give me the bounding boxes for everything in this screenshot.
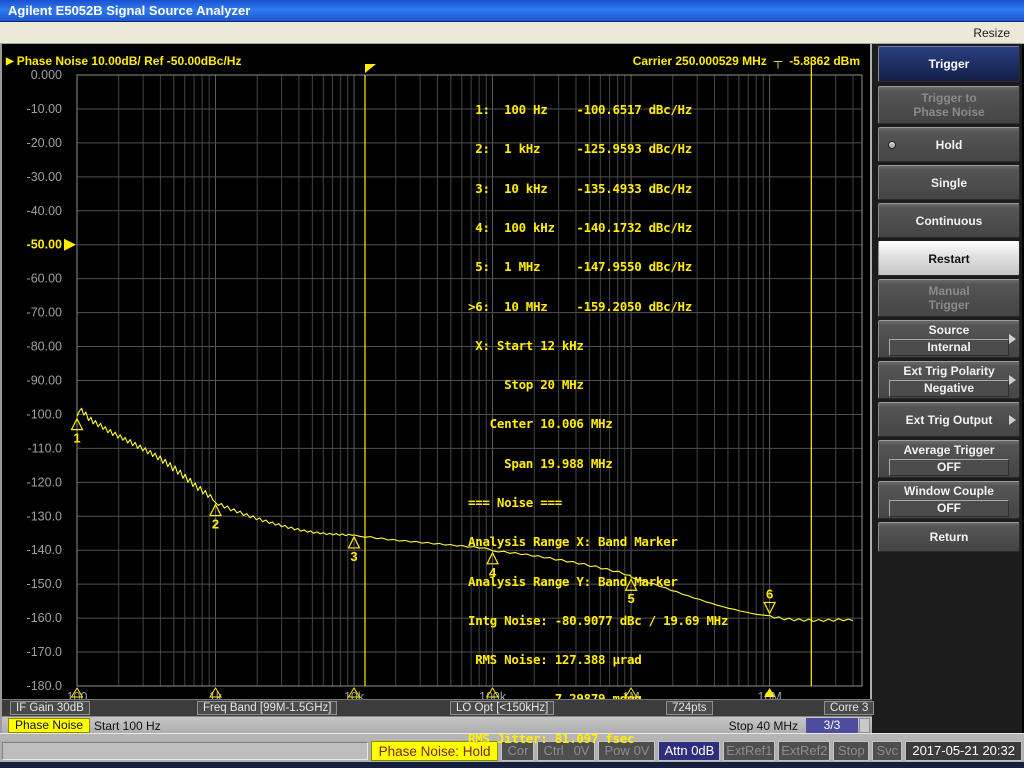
softkey-continuous[interactable]: Continuous bbox=[878, 203, 1020, 238]
y-axis-tick-label: -40.00 bbox=[27, 204, 62, 218]
marker-row: 5: 1 MHz -147.9550 dBc/Hz bbox=[468, 260, 728, 273]
rms-noise-rad: RMS Noise: 127.388 μrad bbox=[468, 653, 728, 666]
measurement-mode-tab[interactable]: Phase Noise bbox=[8, 718, 90, 733]
menu-resize[interactable]: Resize bbox=[959, 26, 1024, 40]
trace-header: ▶ Phase Noise 10.00dB/ Ref -50.00dBc/Hz bbox=[6, 54, 241, 68]
noise-section-title: === Noise === bbox=[468, 496, 728, 509]
submenu-arrow-icon bbox=[1009, 375, 1016, 385]
points-status: 724pts bbox=[666, 701, 713, 715]
y-axis-tick-label: -30.00 bbox=[27, 170, 62, 184]
y-axis-tick-label: -150.0 bbox=[27, 577, 62, 591]
rms-jitter: RMS Jitter: 81.097 fsec bbox=[468, 732, 728, 745]
ext-trig-polarity-value: Negative bbox=[889, 380, 1009, 397]
band-marker-flag-icon bbox=[365, 64, 376, 73]
indicator-stop: Stop bbox=[833, 741, 869, 761]
y-axis-tick-label: -140.0 bbox=[27, 543, 62, 557]
softkey-restart[interactable]: Restart bbox=[878, 241, 1020, 276]
clock: 2017-05-21 20:32 bbox=[905, 741, 1022, 761]
y-axis-tick-label: -180.0 bbox=[27, 679, 62, 693]
window-couple-value: OFF bbox=[889, 500, 1009, 517]
source-value: Internal bbox=[889, 339, 1009, 356]
y-axis-tick-label: -110.0 bbox=[27, 441, 62, 455]
y-axis-tick-label: -90.00 bbox=[27, 374, 62, 388]
page-indicator: 3/3 bbox=[806, 718, 858, 733]
y-axis-tick-label: -10.00 bbox=[27, 102, 62, 116]
marker-row: 4: 100 kHz -140.1732 dBc/Hz bbox=[468, 221, 728, 234]
softkey-manual-trigger[interactable]: Manual Trigger bbox=[878, 279, 1020, 317]
analysis-range-x: Analysis Range X: Band Marker bbox=[468, 535, 728, 548]
y-axis-tick-label: -100.0 bbox=[27, 407, 62, 421]
sweep-start-label: Start 100 Hz bbox=[94, 719, 161, 733]
y-axis-tick-label: -50.00 bbox=[27, 238, 62, 252]
softkey-ext-trig-polarity[interactable]: Ext Trig Polarity Negative bbox=[878, 361, 1020, 399]
y-axis-tick-label: -80.00 bbox=[27, 340, 62, 354]
window-titlebar[interactable]: Agilent E5052B Signal Source Analyzer bbox=[0, 0, 1024, 22]
softkey-trigger-to-phase-noise[interactable]: Trigger to Phase Noise bbox=[878, 86, 1020, 124]
band-x-stop: Stop 20 MHz bbox=[468, 378, 728, 391]
band-x-start: X: Start 12 kHz bbox=[468, 339, 728, 352]
selected-dot-icon bbox=[888, 141, 896, 149]
marker-3-label: 3 bbox=[350, 549, 357, 564]
softkey-return[interactable]: Return bbox=[878, 522, 1020, 552]
softkey-menu: Trigger Trigger to Phase Noise Hold Sing… bbox=[872, 44, 1022, 733]
instrument-status-bar: IF Gain 30dB Freq Band [99M-1.5GHz] LO O… bbox=[2, 699, 872, 716]
ref-marker-icon: ┬ bbox=[774, 54, 783, 68]
softkey-ext-trig-output[interactable]: Ext Trig Output bbox=[878, 402, 1020, 437]
indicator-extref1: ExtRef1 bbox=[723, 741, 775, 761]
submenu-arrow-icon bbox=[1009, 334, 1016, 344]
window-title: Agilent E5052B Signal Source Analyzer bbox=[8, 3, 250, 18]
carrier-readout: Carrier 250.000529 MHz ┬ -5.8362 dBm bbox=[633, 54, 860, 68]
y-axis-tick-label: -120.0 bbox=[27, 475, 62, 489]
y-axis-tick-label: -70.00 bbox=[27, 306, 62, 320]
y-axis-tick-label: -130.0 bbox=[27, 509, 62, 523]
indicator-extref2: ExtRef2 bbox=[778, 741, 830, 761]
band-x-center: Center 10.006 MHz bbox=[468, 417, 728, 430]
softkey-source[interactable]: Source Internal bbox=[878, 320, 1020, 358]
indicator-svc: Svc bbox=[872, 741, 902, 761]
marker-row: 3: 10 kHz -135.4933 dBc/Hz bbox=[468, 182, 728, 195]
y-axis-tick-label: -170.0 bbox=[27, 645, 62, 659]
y-axis-tick-label: -60.00 bbox=[27, 272, 62, 286]
intg-noise: Intg Noise: -80.9077 dBc / 19.69 MHz bbox=[468, 614, 728, 627]
analysis-range-y: Analysis Range Y: Band Marker bbox=[468, 575, 728, 588]
band-x-span: Span 19.988 MHz bbox=[468, 457, 728, 470]
marker-row: >6: 10 MHz -159.2050 dBc/Hz bbox=[468, 300, 728, 313]
measurement-bar: Phase Noise Start 100 Hz Stop 40 MHz 3/3 bbox=[2, 716, 872, 733]
phase-noise-chart: 0.000 -10.00 -20.00 -30.00 -40.00 -50.00 -60.0… bbox=[2, 44, 872, 733]
trace-select-arrow-icon: ▶ bbox=[6, 56, 14, 67]
submenu-arrow-icon bbox=[1009, 415, 1016, 425]
if-gain-status: IF Gain 30dB bbox=[10, 701, 90, 715]
y-axis-tick-label: 0.000 bbox=[31, 68, 62, 82]
softkey-hold[interactable]: Hold bbox=[878, 127, 1020, 162]
marker-row: 2: 1 kHz -125.9593 dBc/Hz bbox=[468, 142, 728, 155]
ref-level-arrow-icon bbox=[64, 239, 76, 251]
phase-noise-trace bbox=[77, 408, 853, 621]
lo-opt-status: LO Opt [<150kHz] bbox=[450, 701, 554, 715]
carrier-power: -5.8362 dBm bbox=[789, 54, 860, 68]
instrument-screen: 0.000 -10.00 -20.00 -30.00 -40.00 -50.00 -60.0… bbox=[0, 44, 870, 733]
freq-band-status: Freq Band [99M-1.5GHz] bbox=[197, 701, 337, 715]
trace-scale-label: Phase Noise 10.00dB/ Ref -50.00dBc/Hz bbox=[17, 54, 242, 68]
y-axis-tick-label: -160.0 bbox=[27, 611, 62, 625]
page-spinner[interactable] bbox=[859, 718, 870, 733]
softkey-single[interactable]: Single bbox=[878, 165, 1020, 200]
carrier-frequency: Carrier 250.000529 MHz bbox=[633, 54, 767, 68]
marker-1-label: 1 bbox=[73, 431, 80, 446]
sweep-stop-label: Stop 40 MHz bbox=[729, 719, 798, 733]
average-trigger-value: OFF bbox=[889, 459, 1009, 476]
softkey-window-couple[interactable]: Window Couple OFF bbox=[878, 481, 1020, 519]
y-axis-tick-label: -20.00 bbox=[27, 136, 62, 150]
menu-bar: Resize bbox=[0, 22, 1024, 44]
marker-6-label: 6 bbox=[766, 586, 773, 601]
marker-2-label: 2 bbox=[212, 517, 219, 532]
sidebar-empty-area bbox=[878, 555, 1020, 733]
softkey-average-trigger[interactable]: Average Trigger OFF bbox=[878, 440, 1020, 478]
marker-row: 1: 100 Hz -100.6517 dBc/Hz bbox=[468, 103, 728, 116]
softkey-menu-title: Trigger bbox=[878, 46, 1020, 82]
marker-readout-block: 1: 100 Hz -100.6517 dBc/Hz 2: 1 kHz -125… bbox=[468, 77, 728, 768]
system-message-panel bbox=[2, 742, 368, 760]
correlation-status: Corre 3 bbox=[824, 701, 874, 715]
